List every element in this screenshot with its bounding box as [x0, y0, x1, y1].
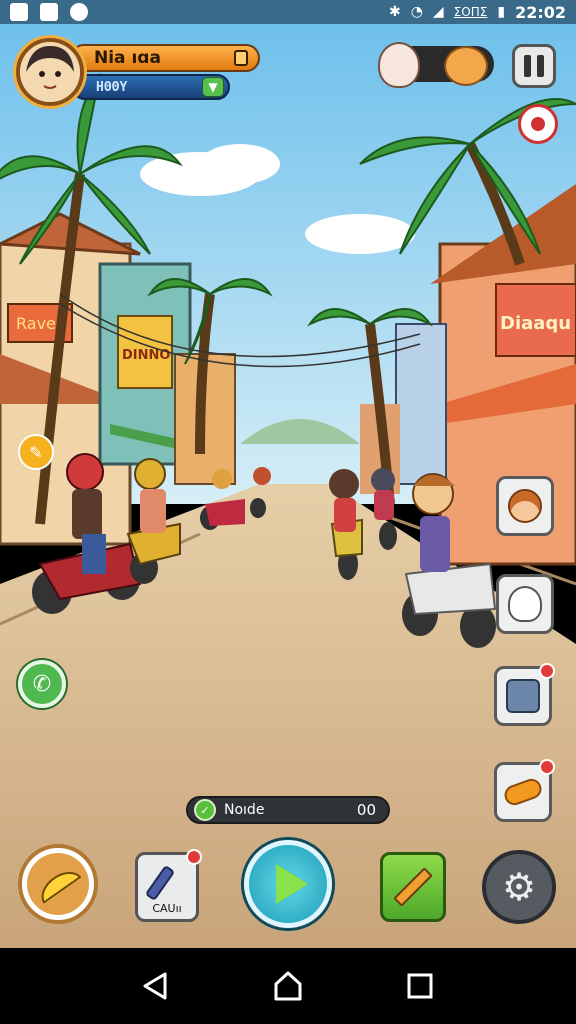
tool-label: CAUıı: [152, 902, 182, 915]
nav-bar: [0, 948, 576, 1024]
player-avatar[interactable]: [16, 38, 84, 106]
leaf-icon: ✓: [194, 799, 216, 821]
notification-badge: [539, 663, 555, 679]
shop-sign-right: Diaaqu: [500, 313, 571, 334]
battery-icon: ▮: [497, 4, 506, 20]
ghost-icon: [508, 586, 542, 622]
player-name-bar: Nia ıɑa: [70, 44, 260, 72]
home-icon: [274, 971, 302, 1001]
lock-icon[interactable]: [234, 50, 248, 66]
play-icon: [276, 864, 308, 904]
banana-icon: [34, 864, 82, 904]
player-sub-label: ΗΘΘΥ: [96, 79, 128, 95]
card-robot-button[interactable]: [494, 663, 555, 726]
mode-status-pill: ✓ Noıde 00: [186, 796, 390, 824]
wifi-icon: ◔: [410, 4, 423, 20]
banana-button[interactable]: [18, 844, 98, 924]
target-icon[interactable]: [518, 104, 558, 144]
carrier-text: ΣOΠΣ: [453, 5, 488, 19]
mode-label: Noıde: [224, 802, 265, 818]
card-ghost-button[interactable]: [496, 574, 554, 634]
app-icon: [40, 3, 58, 21]
player-face-icon: [20, 42, 80, 102]
player-name: Nia ıɑa: [94, 48, 161, 68]
robot-box-icon: [506, 679, 540, 713]
settings-button[interactable]: ⚙: [482, 850, 556, 924]
card-kid-button[interactable]: [496, 476, 554, 536]
notification-badge: [539, 759, 555, 775]
shop-sign-left: Rave: [16, 314, 56, 333]
gear-icon: ⚙: [501, 865, 537, 909]
game-scene[interactable]: Rave DINNO Diaaqu Nia ıɑa ΗΘΘΥ ▼ ✎ ✆ ✓ N…: [0, 24, 576, 948]
status-time: 22:02: [515, 2, 566, 22]
phone-button[interactable]: ✆: [18, 660, 66, 708]
status-bar: ✱ ◔ ◢ ΣOΠΣ ▮ 22:02: [0, 0, 576, 24]
monkey-face-icon[interactable]: [444, 46, 488, 86]
recents-button[interactable]: [400, 966, 440, 1006]
brush-icon: [144, 864, 176, 902]
pause-button[interactable]: [512, 44, 556, 88]
back-button[interactable]: [136, 966, 176, 1006]
chevron-down-icon[interactable]: ▼: [202, 77, 224, 97]
signal-icon: ◢: [432, 4, 444, 20]
shield-icon: [70, 3, 88, 21]
card-slipper-button[interactable]: [494, 759, 555, 822]
speech-bubble-icon[interactable]: ✎: [18, 434, 54, 470]
kid-face-icon: [508, 489, 542, 523]
phone-icon: ✆: [32, 671, 52, 697]
slipper-icon: [501, 776, 545, 808]
bluetooth-icon: ✱: [388, 4, 401, 20]
npc-face-icon[interactable]: [378, 42, 420, 88]
image-icon: [10, 3, 28, 21]
back-icon: [143, 972, 167, 1000]
notification-badge: [186, 849, 202, 865]
tool-button[interactable]: CAUıı: [135, 849, 202, 922]
player-level-bar: ΗΘΘΥ ▼: [72, 74, 230, 100]
play-button[interactable]: [244, 840, 332, 928]
pencil-icon: [393, 867, 433, 907]
home-button[interactable]: [268, 966, 308, 1006]
pencil-button[interactable]: [380, 852, 446, 922]
mode-value: 00: [356, 801, 376, 819]
pause-icon: [524, 55, 531, 77]
recents-icon: [407, 973, 433, 999]
